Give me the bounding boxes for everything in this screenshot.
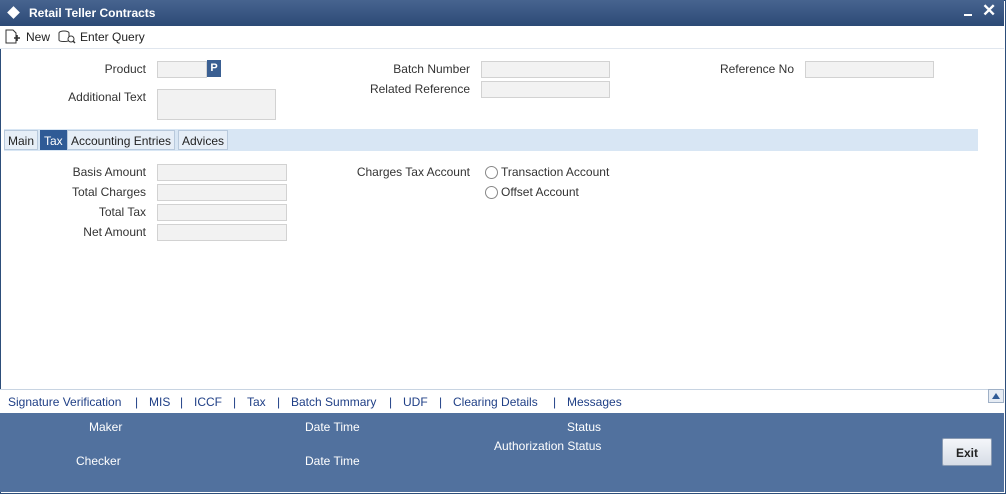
product-lov-button[interactable]: P <box>207 60 221 77</box>
product-label: Product <box>104 62 146 76</box>
enter-query-icon <box>58 30 76 44</box>
scroll-up-icon[interactable] <box>988 389 1004 403</box>
offset-account-label: Offset Account <box>501 185 579 199</box>
tab-accounting-entries[interactable]: Accounting Entries <box>67 130 176 150</box>
minimize-icon[interactable] <box>962 4 974 20</box>
link-separator: | <box>553 395 557 409</box>
transaction-account-radio[interactable] <box>485 166 498 179</box>
link-udf[interactable]: UDF <box>403 395 428 409</box>
link-signature-verification[interactable]: Signature Verification <box>8 395 121 409</box>
app-diamond-icon <box>7 6 20 19</box>
link-separator: | <box>180 395 184 409</box>
toolbar: New Enter Query <box>0 26 1004 49</box>
link-batch-summary[interactable]: Batch Summary <box>291 395 376 409</box>
additional-text-label: Additional Text <box>68 90 146 104</box>
link-separator: | <box>389 395 393 409</box>
related-reference-label: Related Reference <box>369 82 470 96</box>
enter-query-button[interactable]: Enter Query <box>58 28 145 46</box>
link-clearing-details[interactable]: Clearing Details <box>453 395 538 409</box>
additional-text-input[interactable] <box>157 89 276 120</box>
offset-account-radio[interactable] <box>485 186 498 199</box>
charges-tax-account-label: Charges Tax Account <box>356 165 470 179</box>
basis-amount-label: Basis Amount <box>72 165 146 179</box>
link-tax[interactable]: Tax <box>247 395 266 409</box>
link-iccf[interactable]: ICCF <box>194 395 222 409</box>
link-mis[interactable]: MIS <box>149 395 170 409</box>
enter-query-label: Enter Query <box>80 30 145 44</box>
title-bar: Retail Teller Contracts ✕ <box>0 0 1004 26</box>
transaction-account-label: Transaction Account <box>501 165 610 179</box>
status-label: Status <box>567 420 602 434</box>
new-button[interactable]: New <box>4 28 50 46</box>
total-tax-input[interactable] <box>157 204 287 221</box>
new-document-icon <box>5 29 20 44</box>
batch-number-input[interactable] <box>481 61 610 78</box>
link-separator: | <box>439 395 443 409</box>
related-reference-input[interactable] <box>481 81 610 98</box>
link-separator: | <box>135 395 139 409</box>
window-title: Retail Teller Contracts <box>29 6 156 20</box>
authorization-status-label: Authorization Status <box>494 439 602 453</box>
checker-date-time-label: Date Time <box>305 454 360 468</box>
maker-label: Maker <box>89 420 123 434</box>
product-input[interactable] <box>157 61 207 78</box>
net-amount-input[interactable] <box>157 224 287 241</box>
checker-label: Checker <box>76 454 121 468</box>
link-messages[interactable]: Messages <box>567 395 622 409</box>
reference-no-input[interactable] <box>805 61 934 78</box>
total-charges-input[interactable] <box>157 184 287 201</box>
maker-date-time-label: Date Time <box>305 420 360 434</box>
net-amount-label: Net Amount <box>83 225 146 239</box>
total-charges-label: Total Charges <box>71 185 146 199</box>
tab-advices[interactable]: Advices <box>178 130 229 150</box>
total-tax-label: Total Tax <box>98 205 146 219</box>
batch-number-label: Batch Number <box>393 62 470 76</box>
new-label: New <box>26 30 51 44</box>
link-separator: | <box>277 395 281 409</box>
exit-button[interactable]: Exit <box>942 438 992 466</box>
tab-tax[interactable]: Tax <box>40 130 67 150</box>
link-separator: | <box>233 395 237 409</box>
reference-no-label: Reference No <box>719 62 794 76</box>
basis-amount-input[interactable] <box>157 164 287 181</box>
tab-main[interactable]: Main <box>4 130 39 150</box>
close-icon[interactable]: ✕ <box>982 2 996 20</box>
